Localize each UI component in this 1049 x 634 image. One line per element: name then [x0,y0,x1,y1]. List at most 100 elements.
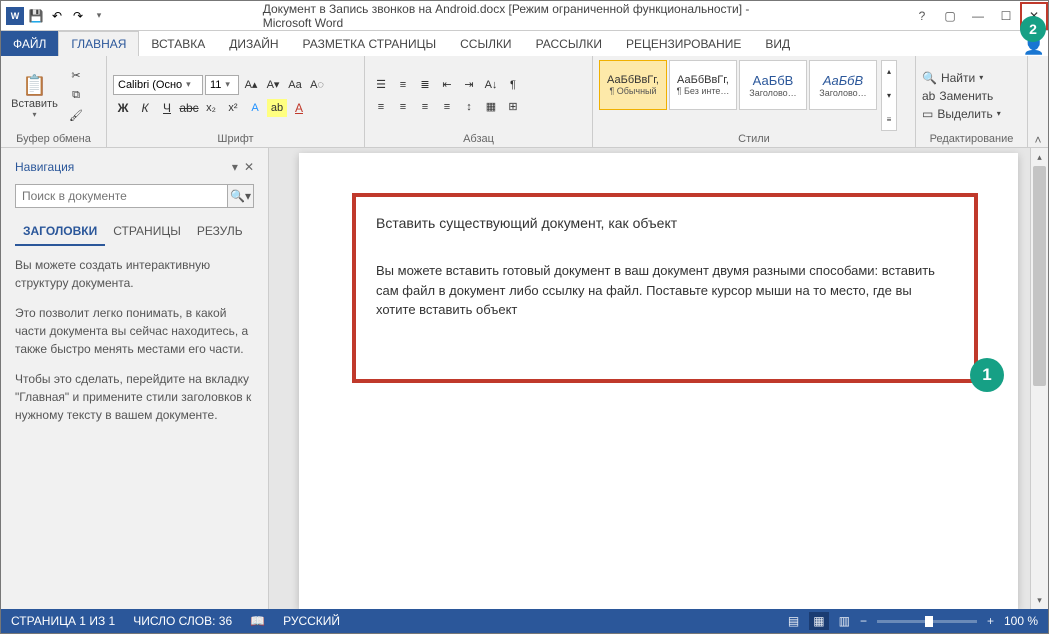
style-sample: АаБбВ [753,73,794,88]
vertical-scrollbar[interactable]: ▴ ▾ [1030,148,1048,609]
nav-tab-results[interactable]: РЕЗУЛЬ [189,218,251,246]
titlebar: W 💾 ↶ ↷ ▾ Документ в Запись звонков на A… [1,1,1048,31]
minimize-button[interactable]: — [964,2,992,30]
paste-button[interactable]: 📋 Вставить ▾ [7,60,62,131]
tab-home[interactable]: ГЛАВНАЯ [58,31,139,56]
doc-body[interactable]: Вы можете вставить готовый документ в ва… [376,261,954,320]
undo-icon[interactable]: ↶ [48,7,66,25]
style-heading1[interactable]: АаБбВ Заголово… [739,60,807,110]
align-center-icon[interactable]: ≡ [393,98,413,116]
status-wordcount[interactable]: ЧИСЛО СЛОВ: 36 [133,614,232,628]
change-case-icon[interactable]: Aa [285,76,305,94]
numbering-icon[interactable]: ≡ [393,76,413,94]
format-painter-icon[interactable]: 🖌 [66,107,86,125]
increase-indent-icon[interactable]: ⇥ [459,76,479,94]
tab-references[interactable]: ССЫЛКИ [448,31,523,56]
align-right-icon[interactable]: ≡ [415,98,435,116]
ribbon-display-button[interactable]: ▢ [936,2,964,30]
italic-icon[interactable]: К [135,99,155,117]
sort-icon[interactable]: A↓ [481,76,501,94]
nav-tab-pages[interactable]: СТРАНИЦЫ [105,218,189,246]
multilevel-icon[interactable]: ≣ [415,76,435,94]
document-page[interactable]: Вставить существующий документ, как объе… [299,153,1018,609]
select-button[interactable]: ▭Выделить▾ [922,105,1021,123]
status-language[interactable]: РУССКИЙ [283,614,340,628]
scroll-thumb[interactable] [1033,166,1046,386]
bold-icon[interactable]: Ж [113,99,133,117]
status-spellcheck-icon[interactable]: 📖 [250,614,265,628]
annotation-badge-1: 1 [970,358,1004,392]
shrink-font-icon[interactable]: A▾ [263,76,283,94]
style-normal[interactable]: АаБбВвГг, ¶ Обычный [599,60,667,110]
styles-down-icon[interactable]: ▾ [882,86,896,104]
bullets-icon[interactable]: ☰ [371,76,391,94]
style-gallery[interactable]: АаБбВвГг, ¶ Обычный АаБбВвГг, ¶ Без инте… [599,60,877,131]
search-icon[interactable]: 🔍▾ [228,184,254,208]
scroll-down-icon[interactable]: ▾ [1031,591,1048,609]
styles-group-label: Стили [599,131,909,145]
nav-tab-headings[interactable]: ЗАГОЛОВКИ [15,218,105,246]
decrease-indent-icon[interactable]: ⇤ [437,76,457,94]
style-nospacing[interactable]: АаБбВвГг, ¶ Без инте… [669,60,737,110]
clear-formatting-icon[interactable]: A◌ [307,76,327,94]
line-spacing-icon[interactable]: ↕ [459,98,479,116]
grow-font-icon[interactable]: A▴ [241,76,261,94]
font-name-select[interactable]: Calibri (Осно [113,75,203,95]
group-clipboard: 📋 Вставить ▾ ✂ ⧉ 🖌 Буфер обмена [1,56,107,147]
tab-file[interactable]: ФАЙЛ [1,31,58,56]
app-icon: W [6,7,24,25]
view-web-icon[interactable]: ▥ [839,614,850,628]
doc-heading[interactable]: Вставить существующий документ, как объе… [376,215,954,231]
nav-menu-icon[interactable]: ▾ [232,160,238,174]
style-heading2[interactable]: АаБбВ Заголово… [809,60,877,110]
align-left-icon[interactable]: ≡ [371,98,391,116]
tab-view[interactable]: ВИД [753,31,802,56]
font-color-icon[interactable]: A [289,99,309,117]
copy-icon[interactable]: ⧉ [66,87,86,105]
save-icon[interactable]: 💾 [27,7,45,25]
highlight-icon[interactable]: ab [267,99,287,117]
zoom-in-icon[interactable]: + [987,614,994,628]
scroll-up-icon[interactable]: ▴ [1031,148,1048,166]
superscript-icon[interactable]: x² [223,99,243,117]
text-effects-icon[interactable]: A [245,99,265,117]
styles-more-icon[interactable]: ≡ [882,110,896,128]
collapse-ribbon-icon[interactable]: ˄ [1028,56,1048,147]
redo-icon[interactable]: ↷ [69,7,87,25]
tab-insert[interactable]: ВСТАВКА [139,31,217,56]
help-button[interactable]: ? [908,2,936,30]
zoom-slider[interactable] [877,620,977,623]
cut-icon[interactable]: ✂ [66,67,86,85]
view-read-icon[interactable]: ▤ [788,614,799,628]
shading-icon[interactable]: ▦ [481,98,501,116]
status-page[interactable]: СТРАНИЦА 1 ИЗ 1 [11,614,115,628]
qat-dropdown-icon[interactable]: ▾ [90,7,108,25]
borders-icon[interactable]: ⊞ [503,98,523,116]
show-marks-icon[interactable]: ¶ [503,76,523,94]
view-print-icon[interactable]: ▦ [809,612,828,630]
find-label: Найти [941,71,975,85]
justify-icon[interactable]: ≡ [437,98,457,116]
scroll-track[interactable] [1031,166,1048,591]
zoom-thumb[interactable] [925,616,933,627]
maximize-button[interactable]: ☐ [992,2,1020,30]
group-font: Calibri (Осно 11 A▴ A▾ Aa A◌ Ж К Ч abc x… [107,56,365,147]
underline-icon[interactable]: Ч [157,99,177,117]
replace-button[interactable]: abЗаменить [922,87,1021,105]
search-input[interactable] [15,184,228,208]
ribbon-tabs: ФАЙЛ ГЛАВНАЯ ВСТАВКА ДИЗАЙН РАЗМЕТКА СТР… [1,31,1048,56]
tab-review[interactable]: РЕЦЕНЗИРОВАНИЕ [614,31,753,56]
tab-layout[interactable]: РАЗМЕТКА СТРАНИЦЫ [291,31,449,56]
styles-up-icon[interactable]: ▴ [882,63,896,81]
clipboard-icon: 📋 [22,72,48,98]
zoom-level[interactable]: 100 % [1004,614,1038,628]
nav-close-icon[interactable]: ✕ [244,160,254,174]
zoom-out-icon[interactable]: − [860,614,867,628]
font-size-select[interactable]: 11 [205,75,239,95]
document-area: Вставить существующий документ, как объе… [269,148,1048,609]
tab-design[interactable]: ДИЗАЙН [217,31,290,56]
tab-mailings[interactable]: РАССЫЛКИ [524,31,614,56]
subscript-icon[interactable]: x₂ [201,99,221,117]
find-button[interactable]: 🔍Найти▾ [922,69,1021,87]
strikethrough-icon[interactable]: abc [179,99,199,117]
